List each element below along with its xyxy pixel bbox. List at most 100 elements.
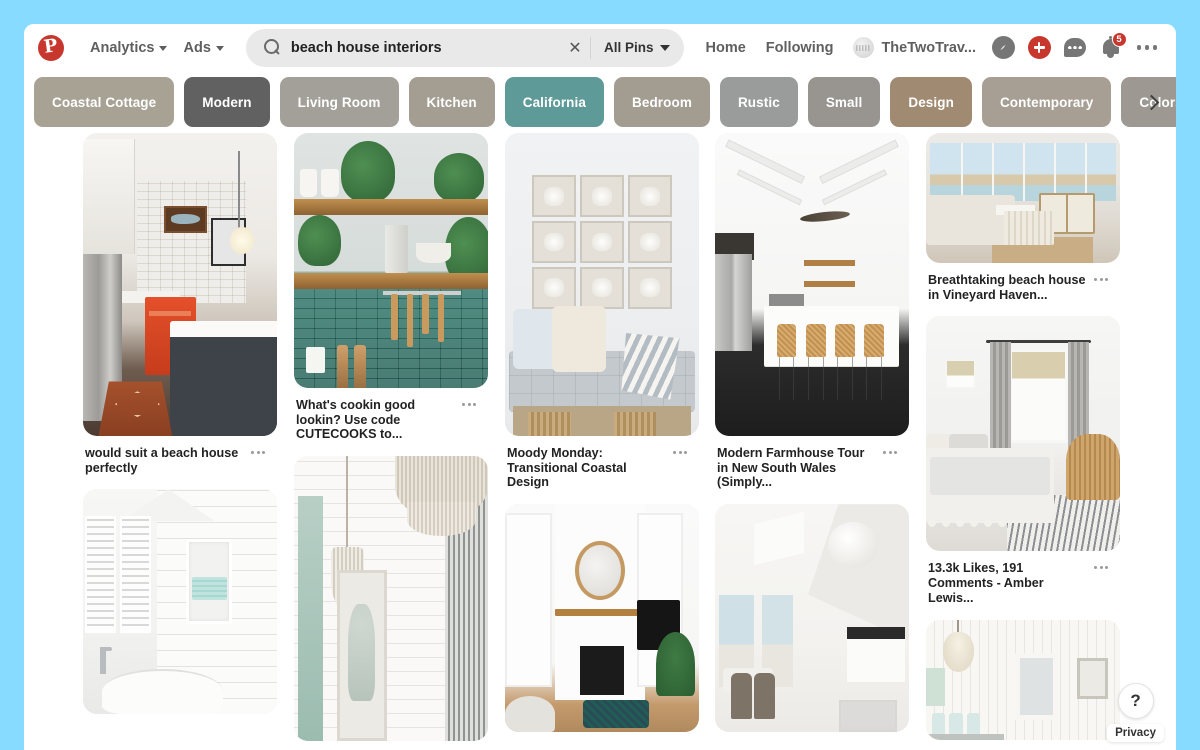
pin-more-icon[interactable] bbox=[1094, 561, 1108, 570]
pin-image[interactable] bbox=[505, 504, 699, 733]
pin-image[interactable] bbox=[715, 504, 909, 733]
pin-artwork-beaded-chandelier bbox=[294, 456, 488, 742]
nav-home[interactable]: Home bbox=[696, 33, 756, 63]
top-header-bar: P Analytics Ads ✕ All Pins Home Followin… bbox=[24, 24, 1176, 71]
privacy-label[interactable]: Privacy bbox=[1107, 724, 1164, 742]
more-options-button[interactable] bbox=[1130, 31, 1164, 65]
filter-chip-rustic[interactable]: Rustic bbox=[719, 77, 798, 127]
clear-search-icon[interactable]: ✕ bbox=[562, 35, 588, 61]
pin-image[interactable] bbox=[926, 133, 1120, 263]
create-pin-button[interactable] bbox=[1022, 31, 1056, 65]
pin-artwork-shell-gallery-bench bbox=[505, 133, 699, 436]
nav-following[interactable]: Following bbox=[756, 33, 844, 63]
all-pins-filter-label: All Pins bbox=[603, 40, 654, 55]
search-input[interactable] bbox=[290, 39, 562, 56]
pin-title: Moody Monday: Transitional Coastal Desig… bbox=[507, 446, 627, 490]
pin-card[interactable]: Modern Farmhouse Tour in New South Wales… bbox=[715, 133, 909, 490]
pin-column: would suit a beach house perfectly bbox=[83, 133, 277, 728]
pin-image[interactable] bbox=[926, 619, 1120, 740]
pin-caption: What's cookin good lookin? Use code CUTE… bbox=[294, 388, 488, 442]
pinterest-logo-letter: P bbox=[42, 34, 60, 58]
pin-artwork-white-bedroom bbox=[926, 316, 1120, 552]
notifications-button[interactable]: 5 bbox=[1094, 31, 1128, 65]
filter-chip-small[interactable]: Small bbox=[807, 77, 881, 127]
filter-chip-kitchen[interactable]: Kitchen bbox=[408, 77, 495, 127]
pin-image[interactable] bbox=[926, 316, 1120, 552]
chip-label: Coastal Cottage bbox=[52, 94, 157, 110]
pin-caption: would suit a beach house perfectly bbox=[83, 436, 277, 475]
pin-more-icon[interactable] bbox=[673, 446, 687, 454]
filter-chip-california[interactable]: California bbox=[504, 77, 604, 127]
pin-artwork-beach-living-room bbox=[926, 133, 1120, 263]
pin-grid: would suit a beach house perfectly What'… bbox=[24, 133, 1176, 750]
filter-chip-bedroom[interactable]: Bedroom bbox=[613, 77, 710, 127]
pin-column: Moody Monday: Transitional Coastal Desig… bbox=[505, 133, 699, 746]
explore-compass-button[interactable] bbox=[986, 31, 1020, 65]
filter-chip-modern[interactable]: Modern bbox=[184, 77, 270, 127]
pin-column: Modern Farmhouse Tour in New South Wales… bbox=[715, 133, 909, 746]
pin-image[interactable] bbox=[715, 133, 909, 436]
help-question-icon[interactable]: ? bbox=[1117, 683, 1154, 719]
explore-compass-icon bbox=[991, 36, 1015, 59]
pin-card[interactable]: 13.3k Likes, 191 Comments - Amber Lewis.… bbox=[926, 316, 1120, 605]
pin-column: What's cookin good lookin? Use code CUTE… bbox=[294, 133, 488, 750]
pin-image[interactable] bbox=[83, 133, 277, 436]
pin-title: 13.3k Likes, 191 Comments - Amber Lewis.… bbox=[928, 561, 1044, 605]
pin-title: What's cookin good lookin? Use code CUTE… bbox=[296, 398, 416, 442]
account-menu[interactable]: TheTwoTrav... bbox=[845, 32, 984, 63]
pin-card[interactable] bbox=[294, 456, 488, 742]
pin-artwork-green-tile-kitchen bbox=[294, 133, 488, 388]
more-options-icon bbox=[1136, 45, 1158, 50]
pinterest-app-window: P Analytics Ads ✕ All Pins Home Followin… bbox=[24, 24, 1176, 750]
all-pins-filter-dropdown[interactable]: All Pins bbox=[589, 36, 684, 59]
chevron-down-icon bbox=[659, 44, 670, 51]
pin-title: Breathtaking beach house in Vineyard Hav… bbox=[928, 273, 1086, 302]
filter-chip-contemporary[interactable]: Contemporary bbox=[981, 77, 1112, 127]
chip-label: Living Room bbox=[297, 94, 381, 110]
search-icon bbox=[263, 39, 281, 56]
filter-chip-living-room[interactable]: Living Room bbox=[279, 77, 399, 127]
pin-more-icon[interactable] bbox=[1094, 273, 1108, 281]
search-bar: ✕ All Pins bbox=[245, 28, 684, 67]
pin-title: would suit a beach house perfectly bbox=[85, 446, 239, 475]
pin-card[interactable] bbox=[505, 504, 699, 733]
pin-card[interactable]: Breathtaking beach house in Vineyard Hav… bbox=[926, 133, 1120, 302]
pin-more-icon[interactable] bbox=[462, 398, 476, 406]
pin-artwork-fireplace-living-room bbox=[505, 504, 699, 733]
pin-image[interactable] bbox=[83, 489, 277, 715]
pin-artwork-kitchen-red-range bbox=[83, 133, 277, 436]
pin-artwork-pendant-hallway bbox=[926, 619, 1120, 740]
pin-card[interactable] bbox=[926, 619, 1120, 740]
pinterest-logo-icon[interactable]: P bbox=[38, 34, 64, 61]
pin-card[interactable] bbox=[715, 504, 909, 733]
pin-card[interactable]: What's cookin good lookin? Use code CUTE… bbox=[294, 133, 488, 442]
pin-more-icon[interactable] bbox=[883, 446, 897, 454]
pin-artwork-attic-living-space bbox=[715, 504, 909, 733]
chip-label: California bbox=[522, 94, 586, 110]
pin-caption: Moody Monday: Transitional Coastal Desig… bbox=[505, 436, 699, 490]
messages-button[interactable] bbox=[1058, 31, 1092, 65]
filter-chip-coastal-cottage[interactable]: Coastal Cottage bbox=[34, 77, 175, 127]
pin-card[interactable] bbox=[83, 489, 277, 715]
pin-image[interactable] bbox=[294, 456, 488, 742]
pin-image[interactable] bbox=[294, 133, 488, 388]
chevron-down-icon bbox=[159, 46, 168, 51]
filter-chip-design[interactable]: Design bbox=[890, 77, 972, 127]
chip-label: Design bbox=[908, 94, 954, 110]
pin-card[interactable]: would suit a beach house perfectly bbox=[83, 133, 277, 475]
analytics-menu[interactable]: Analytics bbox=[82, 34, 175, 62]
pin-column: Breathtaking beach house in Vineyard Hav… bbox=[926, 133, 1120, 750]
pin-artwork-white-farmhouse-kitchen bbox=[715, 133, 909, 436]
chevron-right-icon bbox=[1143, 94, 1160, 110]
messages-chat-icon bbox=[1064, 38, 1086, 57]
chip-label: Modern bbox=[202, 94, 252, 110]
pin-image[interactable] bbox=[505, 133, 699, 436]
pin-more-icon[interactable] bbox=[251, 446, 265, 454]
pin-card[interactable]: Moody Monday: Transitional Coastal Desig… bbox=[505, 133, 699, 490]
filter-chip-bar: Coastal Cottage Modern Living Room Kitch… bbox=[24, 71, 1176, 133]
ads-menu[interactable]: Ads bbox=[175, 34, 231, 62]
analytics-menu-label: Analytics bbox=[90, 39, 155, 56]
privacy-help-widget: ? Privacy bbox=[1107, 683, 1164, 742]
chips-next-button[interactable] bbox=[1136, 85, 1170, 119]
chip-label: Bedroom bbox=[631, 94, 692, 110]
